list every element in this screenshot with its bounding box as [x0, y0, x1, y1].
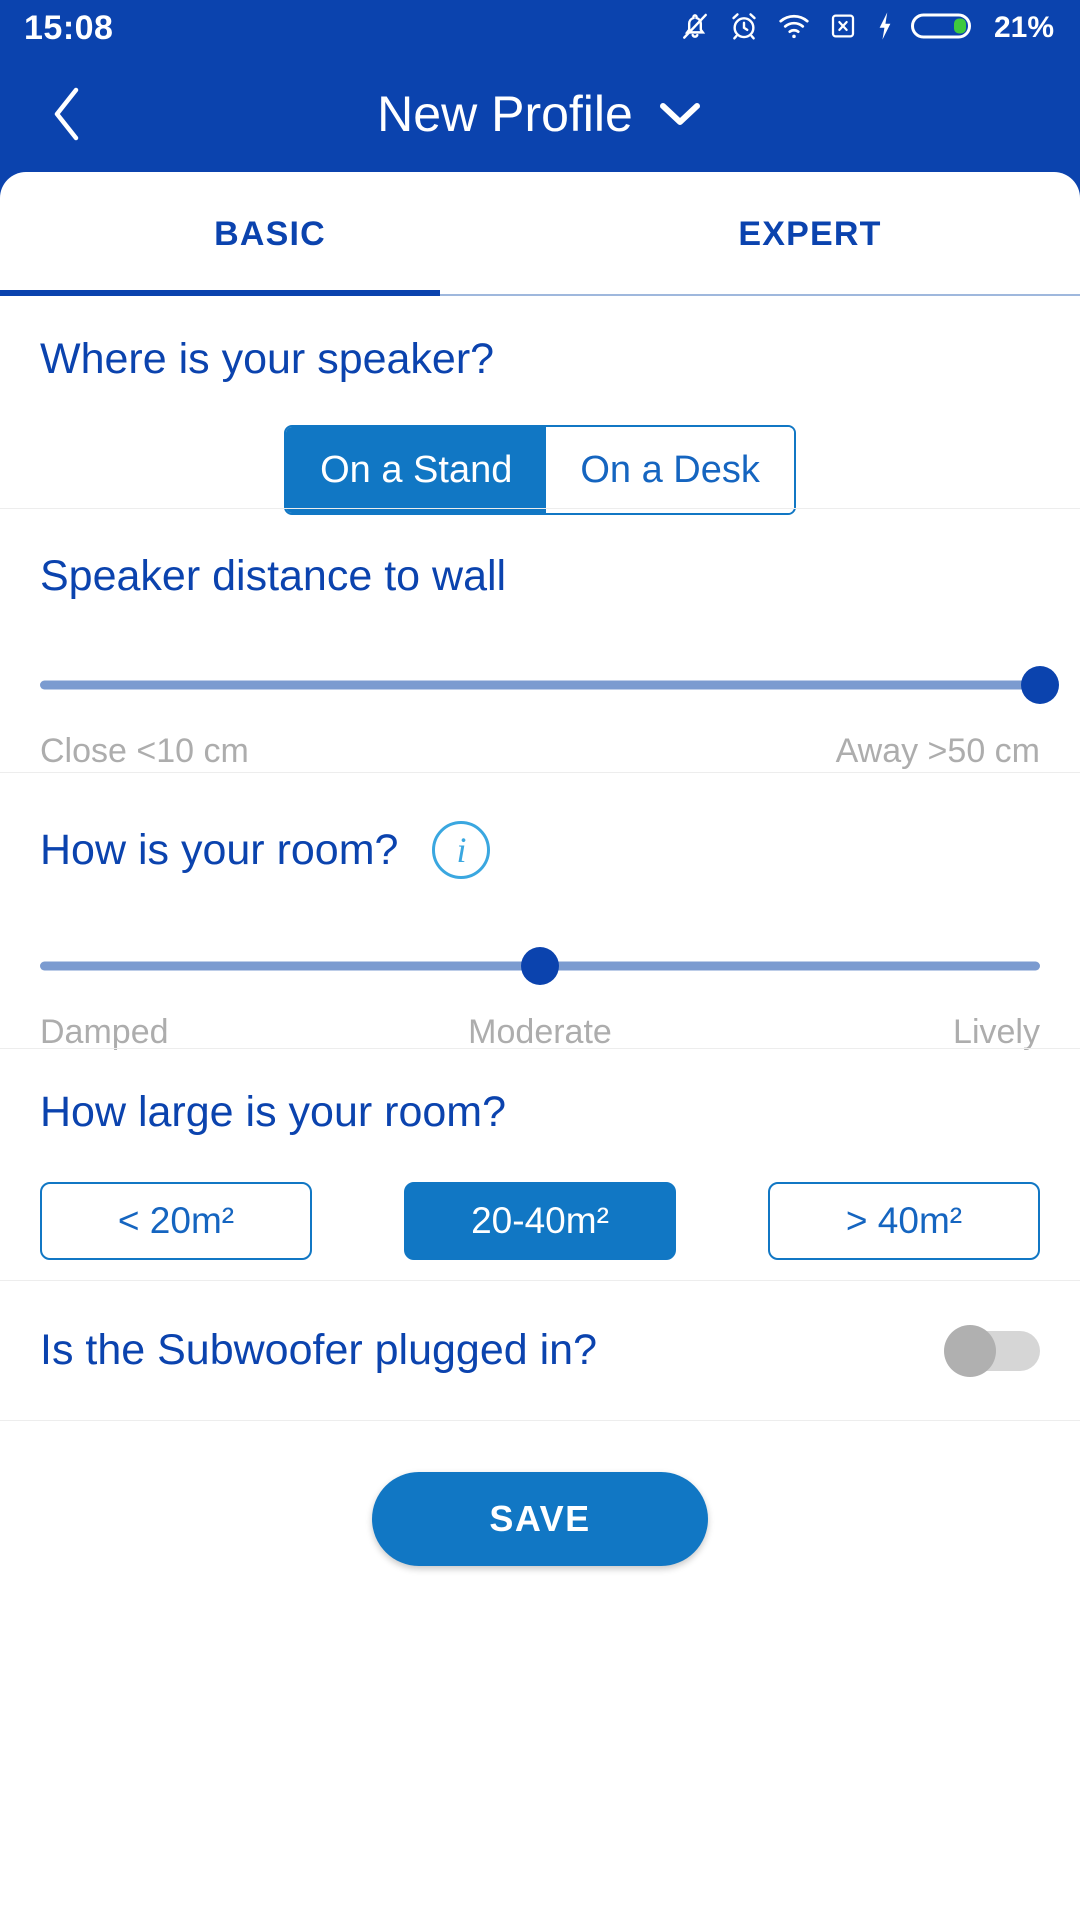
- app-bar: New Profile: [0, 56, 1080, 172]
- status-icons-group: 21%: [678, 9, 1054, 48]
- room-character-label-lively: Lively: [953, 1013, 1040, 1051]
- battery-icon: [910, 10, 973, 47]
- toggle-knob[interactable]: [944, 1324, 996, 1377]
- section-speaker-distance: Speaker distance to wall Close <10 cm Aw…: [0, 508, 1080, 772]
- content-card: BASIC EXPERT Where is your speaker? On a…: [0, 172, 1080, 1920]
- room-character-header: How is your room? i: [40, 821, 1040, 879]
- tab-bar: BASIC EXPERT: [0, 172, 1080, 296]
- segment-on-a-desk[interactable]: On a Desk: [546, 427, 794, 513]
- page-title: New Profile: [377, 86, 633, 142]
- room-character-labels: Damped Moderate Lively: [40, 1013, 1040, 1052]
- slider-thumb[interactable]: [521, 947, 559, 985]
- tab-expert[interactable]: EXPERT: [540, 172, 1080, 296]
- room-size-option-small[interactable]: < 20m²: [40, 1182, 312, 1260]
- bell-muted-icon: [678, 9, 712, 48]
- speaker-position-title: Where is your speaker?: [40, 335, 495, 383]
- info-icon[interactable]: i: [432, 821, 491, 879]
- status-time: 15:08: [24, 9, 114, 47]
- tab-basic[interactable]: BASIC: [0, 172, 540, 296]
- chevron-down-icon[interactable]: [657, 100, 703, 128]
- room-size-option-large[interactable]: > 40m²: [768, 1182, 1040, 1260]
- room-character-slider[interactable]: [40, 943, 1040, 989]
- section-room-size: How large is your room? < 20m² 20-40m² >…: [0, 1048, 1080, 1280]
- wifi-icon: [776, 9, 812, 48]
- room-character-title: How is your room?: [40, 825, 399, 874]
- speaker-distance-slider[interactable]: [40, 662, 1059, 708]
- speaker-position-segmented-control: On a Stand On a Desk: [40, 425, 1040, 515]
- section-divider: [0, 1420, 1080, 1422]
- distance-min-label: Close <10 cm: [40, 732, 249, 770]
- section-speaker-position: Where is your speaker? On a Stand On a D…: [0, 296, 1080, 515]
- speaker-distance-title: Speaker distance to wall: [40, 552, 507, 600]
- speaker-distance-labels: Close <10 cm Away >50 cm: [40, 732, 1040, 771]
- app-bar-title-group[interactable]: New Profile: [0, 89, 1080, 139]
- footer-actions: SAVE: [0, 1472, 1080, 1566]
- room-character-label-moderate: Moderate: [468, 1013, 612, 1051]
- room-character-label-damped: Damped: [40, 1013, 169, 1051]
- segmented-group: On a Stand On a Desk: [284, 425, 796, 515]
- slider-thumb[interactable]: [1021, 666, 1059, 704]
- room-size-options: < 20m² 20-40m² > 40m²: [40, 1182, 1040, 1260]
- distance-max-label: Away >50 cm: [835, 732, 1040, 770]
- charging-bolt-icon: [874, 9, 896, 48]
- segment-on-a-stand[interactable]: On a Stand: [286, 427, 547, 513]
- app-root: 15:08 21% New Profile BASIC EXPERT Where…: [0, 0, 1080, 1920]
- save-button[interactable]: SAVE: [372, 1472, 708, 1566]
- room-size-option-medium[interactable]: 20-40m²: [404, 1182, 676, 1260]
- alarm-clock-icon: [727, 9, 761, 48]
- slider-track: [40, 680, 1040, 690]
- section-subwoofer: Is the Subwoofer plugged in?: [0, 1280, 1080, 1420]
- subwoofer-toggle[interactable]: [944, 1324, 1040, 1377]
- section-room-character: How is your room? i Damped Moderate Live…: [0, 772, 1080, 1051]
- status-bar: 15:08 21%: [0, 0, 1080, 56]
- sim-card-missing-icon: [827, 9, 859, 48]
- subwoofer-title: Is the Subwoofer plugged in?: [40, 1326, 598, 1374]
- room-size-title: How large is your room?: [40, 1088, 507, 1136]
- battery-percent-label: 21%: [993, 11, 1054, 44]
